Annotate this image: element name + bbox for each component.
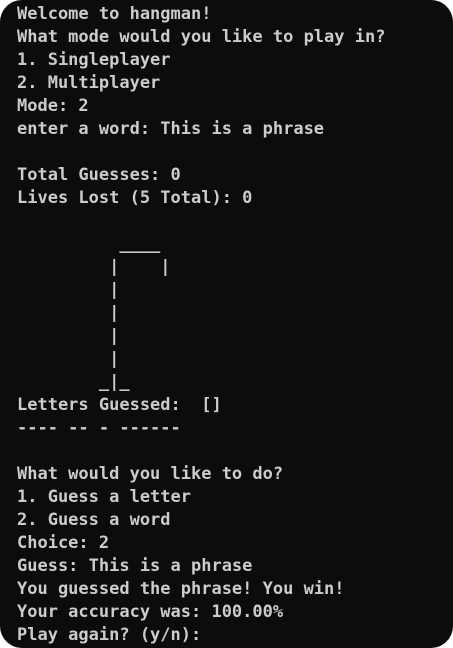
play-again-prompt[interactable]: Play again? (y/n):	[17, 624, 453, 647]
total-guesses: Total Guesses: 0	[17, 165, 181, 185]
hangman-gallows-art: ____ | | | | | | _|_	[17, 233, 453, 394]
gallows-line: |	[17, 326, 120, 346]
lives-lost: Lives Lost (5 Total): 0	[17, 188, 253, 208]
mode-option-multiplayer: 2. Multiplayer	[17, 73, 161, 93]
gallows-line: |	[17, 280, 120, 300]
action-option-word: 2. Guess a word	[17, 510, 171, 530]
accuracy-line: Your accuracy was: 100.00%	[17, 602, 284, 622]
action-option-letter: 1. Guess a letter	[17, 487, 191, 507]
masked-word: ---- -- - ------	[17, 418, 181, 438]
gallows-line: _|_	[17, 372, 130, 392]
gallows-line: |	[17, 349, 120, 369]
word-entry: enter a word: This is a phrase	[17, 119, 325, 139]
guess-line: Guess: This is a phrase	[17, 556, 253, 576]
mode-prompt: What mode would you like to play in?	[17, 27, 386, 47]
gallows-line: |	[17, 303, 120, 323]
result-message: You guessed the phrase! You win!	[17, 579, 345, 599]
mode-option-singleplayer: 1. Singleplayer	[17, 50, 171, 70]
terminal-window[interactable]: Welcome to hangman! What mode would you …	[0, 0, 453, 648]
gallows-line: | |	[17, 257, 171, 277]
choice-line: Choice: 2	[17, 533, 110, 553]
letters-guessed: Letters Guessed: []	[17, 395, 222, 415]
action-prompt: What would you like to do?	[17, 464, 284, 484]
gallows-line: ____	[17, 234, 161, 254]
mode-selection: Mode: 2	[17, 96, 89, 116]
welcome-text: Welcome to hangman!	[17, 4, 212, 24]
